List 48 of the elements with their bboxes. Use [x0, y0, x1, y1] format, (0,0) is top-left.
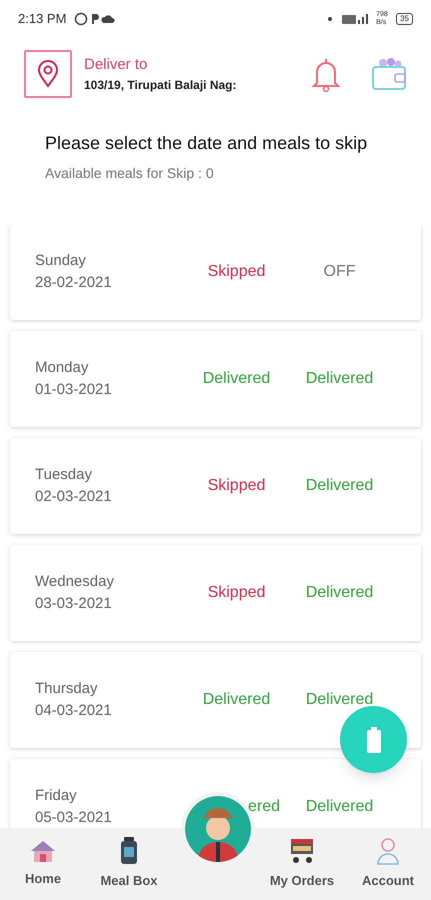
meal-status: Delivered: [306, 476, 374, 496]
date-text: 04-03-2021: [35, 701, 113, 721]
meal-status: ered: [248, 797, 280, 817]
meal-status: Delivered: [306, 369, 374, 389]
status-time: 2:13 PM: [18, 10, 66, 28]
meal-status: Skipped: [208, 583, 266, 603]
delivery-address[interactable]: 103/19, Tirupati Balaji Nag:: [84, 76, 237, 94]
meal-status: Delivered: [306, 797, 374, 817]
date-text: 03-03-2021: [35, 594, 113, 614]
day-card[interactable]: Tuesday 02-03-2021 Skipped Delivered: [10, 438, 421, 534]
food-cart-icon: [288, 837, 316, 866]
meal-status: Delivered: [306, 690, 374, 710]
date-text: 01-03-2021: [35, 380, 113, 400]
day-name: Tuesday: [35, 465, 93, 485]
wallet-icon[interactable]: [371, 57, 407, 91]
meal-status: Skipped: [208, 476, 266, 496]
house-icon: [30, 839, 56, 864]
battery-icon: [366, 726, 380, 752]
meal-status: Delivered: [202, 369, 270, 389]
day-card[interactable]: Monday 01-03-2021 Delivered Delivered: [10, 331, 421, 427]
day-card[interactable]: Friday 05-03-2021 ered Delivered: [10, 759, 421, 828]
meal-status: Skipped: [208, 262, 266, 282]
day-name: Wednesday: [35, 572, 115, 592]
date-text: 05-03-2021: [35, 808, 113, 828]
location-icon[interactable]: [24, 50, 72, 98]
day-card[interactable]: Wednesday 03-03-2021 Skipped Delivered: [10, 545, 421, 641]
bell-icon[interactable]: [311, 56, 341, 92]
day-name: Thursday: [35, 679, 99, 699]
day-name: Friday: [35, 786, 78, 806]
nav-tab[interactable]: My Orders: [259, 828, 345, 900]
nav-tab[interactable]: Home: [0, 828, 86, 900]
day-name: Sunday: [35, 251, 87, 271]
deliver-label: Deliver to: [84, 54, 148, 75]
lunchbox-icon: [120, 837, 138, 866]
nav-tab[interactable]: Meal Box: [86, 828, 172, 900]
meal-status: Delivered: [306, 583, 374, 603]
day-card[interactable]: Sunday 28-02-2021 Skipped OFF: [10, 224, 421, 320]
available-meals-text: Available meals for Skip : 0: [45, 164, 215, 183]
meal-status: OFF: [324, 262, 356, 282]
date-text: 02-03-2021: [35, 487, 113, 507]
meal-status: Delivered: [202, 690, 270, 710]
account-icon: [376, 837, 400, 866]
nav-tab[interactable]: Account: [345, 828, 431, 900]
battery-indicator: 35: [396, 13, 413, 25]
date-text: 28-02-2021: [35, 273, 113, 293]
day-name: Monday: [35, 358, 90, 378]
day-card[interactable]: Thursday 04-03-2021 Delivered Delivered: [10, 652, 421, 748]
page-title: Please select the date and meals to skip: [45, 132, 368, 155]
